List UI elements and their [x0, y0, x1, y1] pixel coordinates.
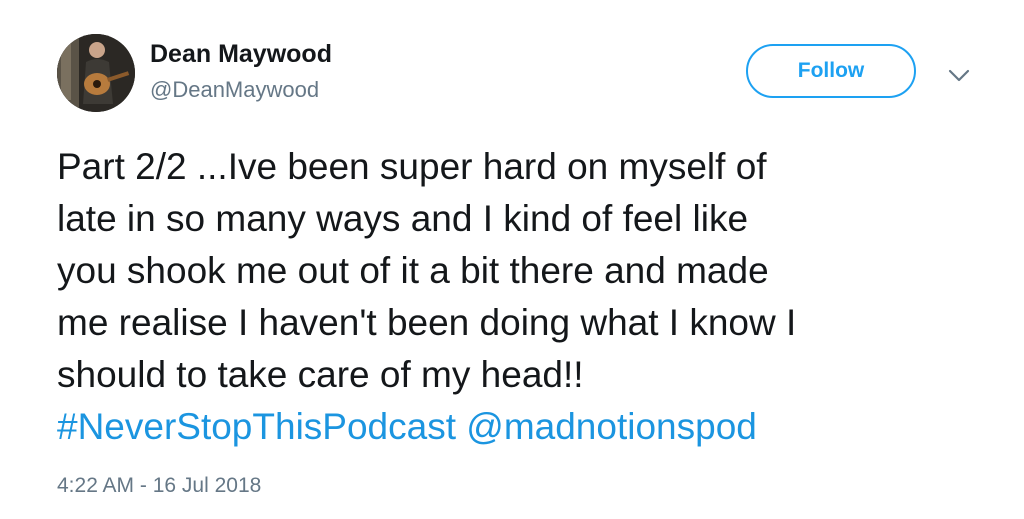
tweet-line: Part 2/2 ...Ive been super hard on mysel… [57, 146, 767, 187]
display-name[interactable]: Dean Maywood [150, 40, 332, 69]
handle[interactable]: @DeanMaywood [150, 77, 319, 103]
more-options-button[interactable] [944, 60, 974, 90]
follow-button[interactable]: Follow [746, 44, 916, 98]
profile-photo-icon [57, 34, 135, 112]
mention-link[interactable]: @madnotionspod [466, 406, 757, 447]
timestamp[interactable]: 4:22 AM - 16 Jul 2018 [57, 474, 261, 498]
tweet-line: me realise I haven't been doing what I k… [57, 302, 797, 343]
hashtag-link[interactable]: #NeverStopThisPodcast [57, 406, 456, 447]
tweet-line: late in so many ways and I kind of feel … [57, 198, 749, 239]
avatar[interactable] [57, 34, 135, 112]
tweet-line: you shook me out of it a bit there and m… [57, 250, 769, 291]
tweet-card: Dean Maywood @DeanMaywood Follow Part 2/… [0, 0, 1024, 519]
chevron-down-icon [948, 69, 970, 82]
tweet-text: Part 2/2 ...Ive been super hard on mysel… [57, 141, 987, 453]
tweet-line: should to take care of my head!! [57, 354, 584, 395]
